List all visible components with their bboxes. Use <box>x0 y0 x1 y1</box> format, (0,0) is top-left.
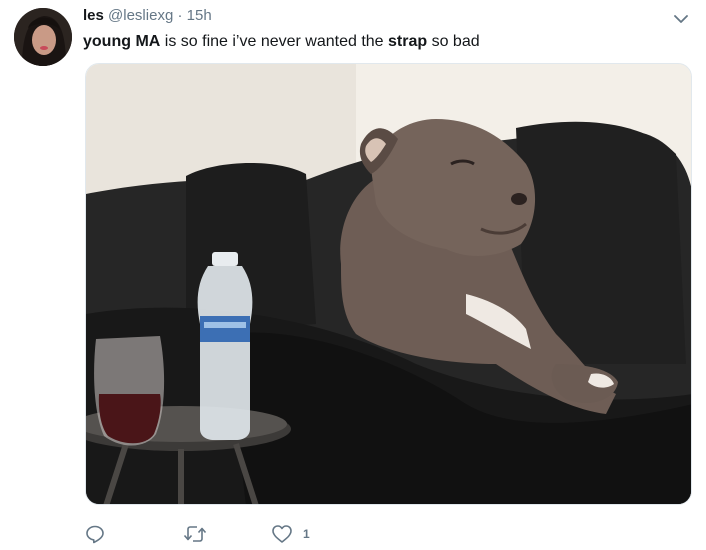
reply-button[interactable] <box>85 520 105 548</box>
tweet-media-image[interactable] <box>85 63 692 505</box>
heart-icon <box>272 525 292 543</box>
tweet-text: young MA is so fine i’ve never wanted th… <box>83 31 480 53</box>
like-count: 1 <box>303 527 310 541</box>
tweet-text-bold-1[interactable]: young MA <box>83 33 160 50</box>
separator-dot: · <box>177 7 183 24</box>
tweet-text-part-2: is so fine i’ve never wanted the <box>160 33 389 50</box>
retweet-icon <box>183 526 207 542</box>
tweet-header: les @lesliexg · 15h <box>83 6 212 26</box>
reply-icon <box>86 525 104 544</box>
avatar[interactable] <box>14 8 72 66</box>
avatar-image <box>14 8 72 66</box>
tweet-text-part-4: so bad <box>427 33 480 50</box>
dog-on-couch-photo <box>86 64 691 504</box>
like-button[interactable]: 1 <box>271 520 310 548</box>
more-options-button[interactable] <box>668 6 694 32</box>
display-name[interactable]: les <box>83 7 104 24</box>
user-handle[interactable]: @lesliexg <box>108 7 173 24</box>
tweet-text-bold-2[interactable]: strap <box>388 33 427 50</box>
tweet-timestamp[interactable]: 15h <box>187 7 212 24</box>
chevron-down-icon <box>674 15 688 23</box>
retweet-button[interactable] <box>183 520 207 548</box>
